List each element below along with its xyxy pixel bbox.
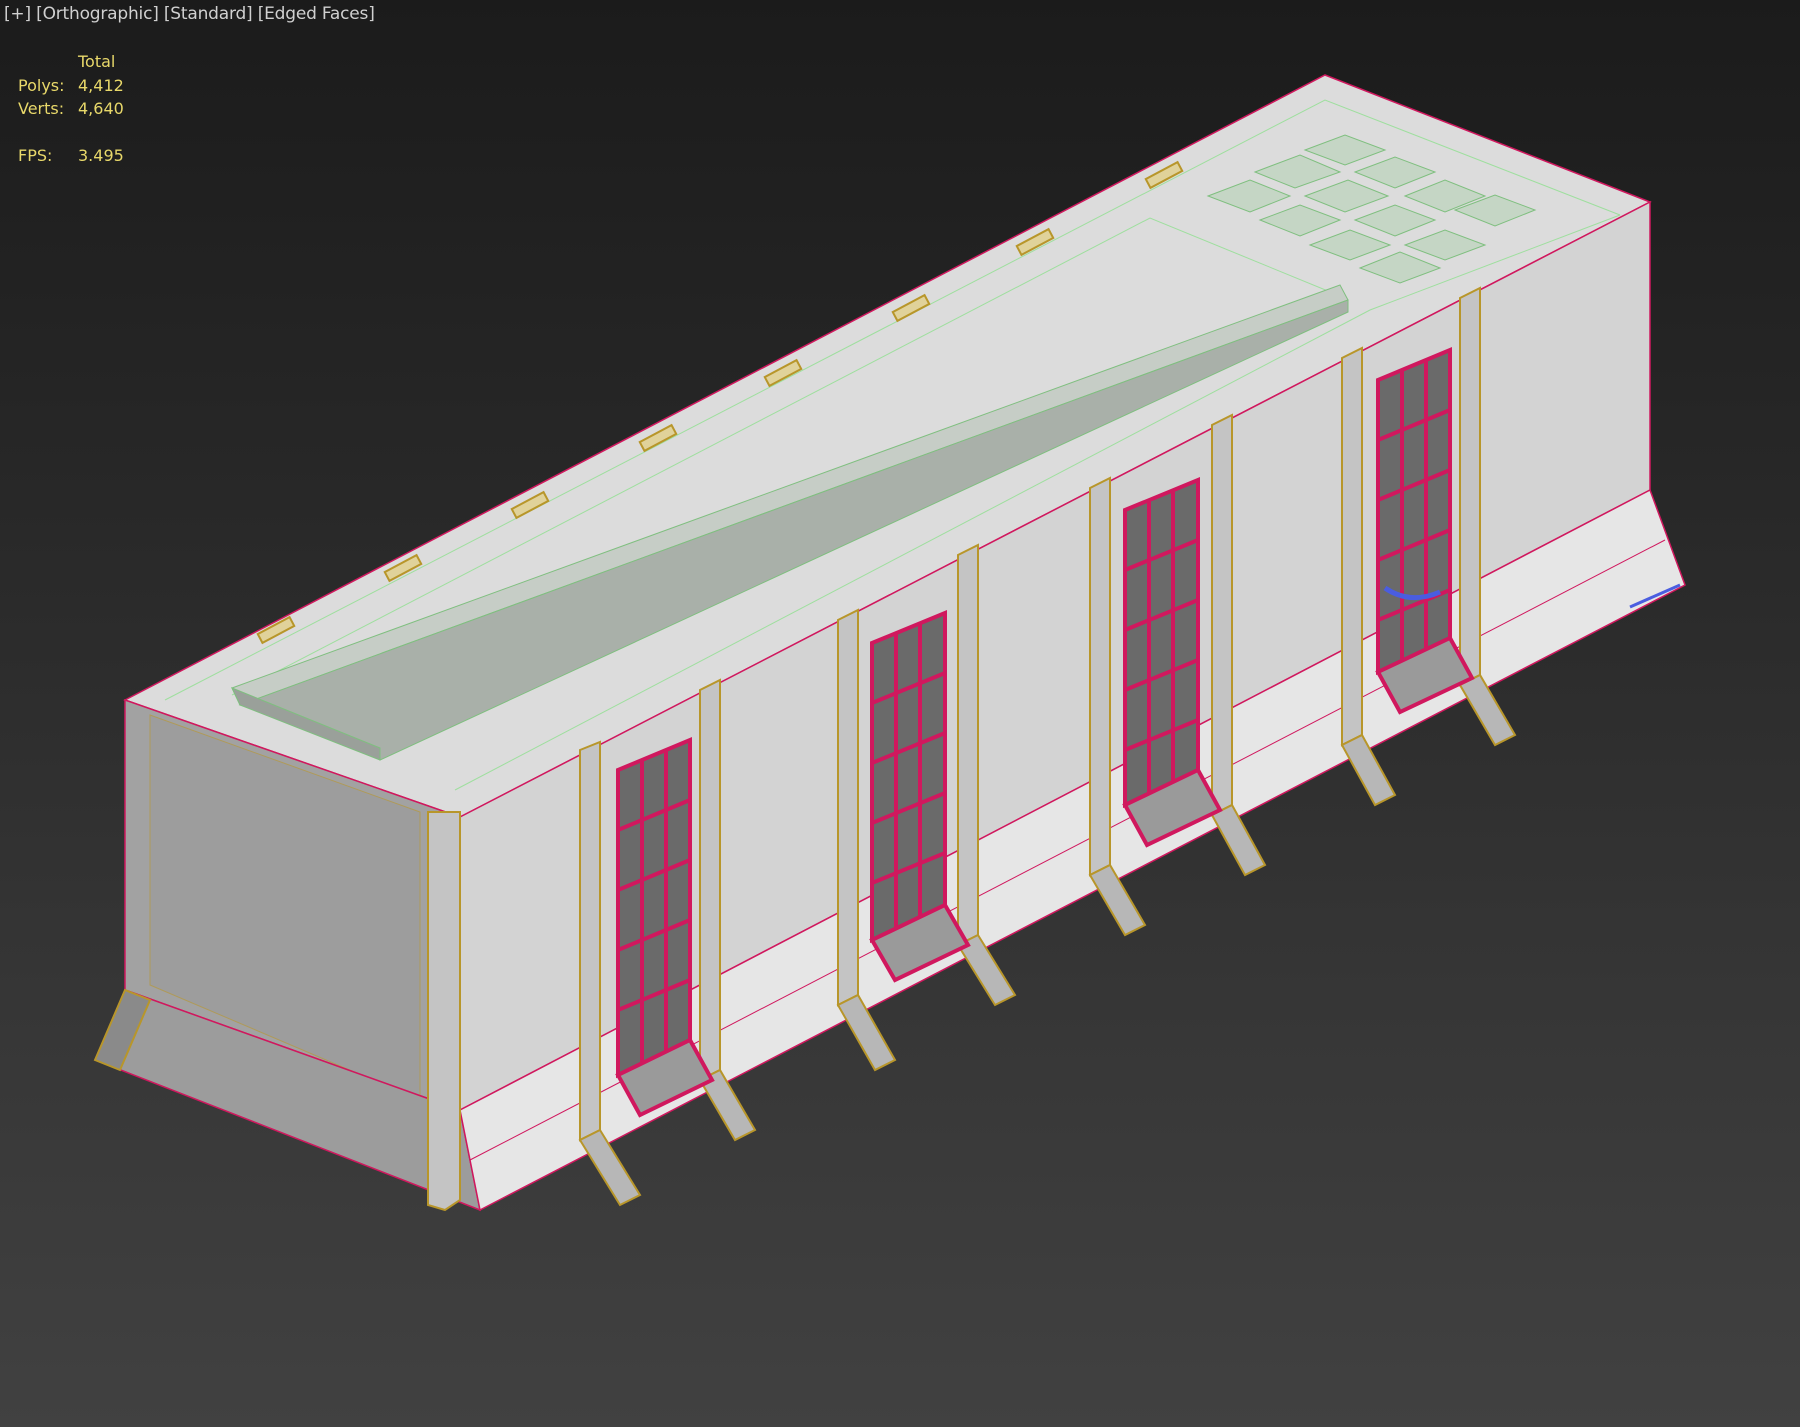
building-model[interactable] [93, 74, 1686, 1212]
viewport-canvas[interactable] [0, 0, 1800, 1427]
